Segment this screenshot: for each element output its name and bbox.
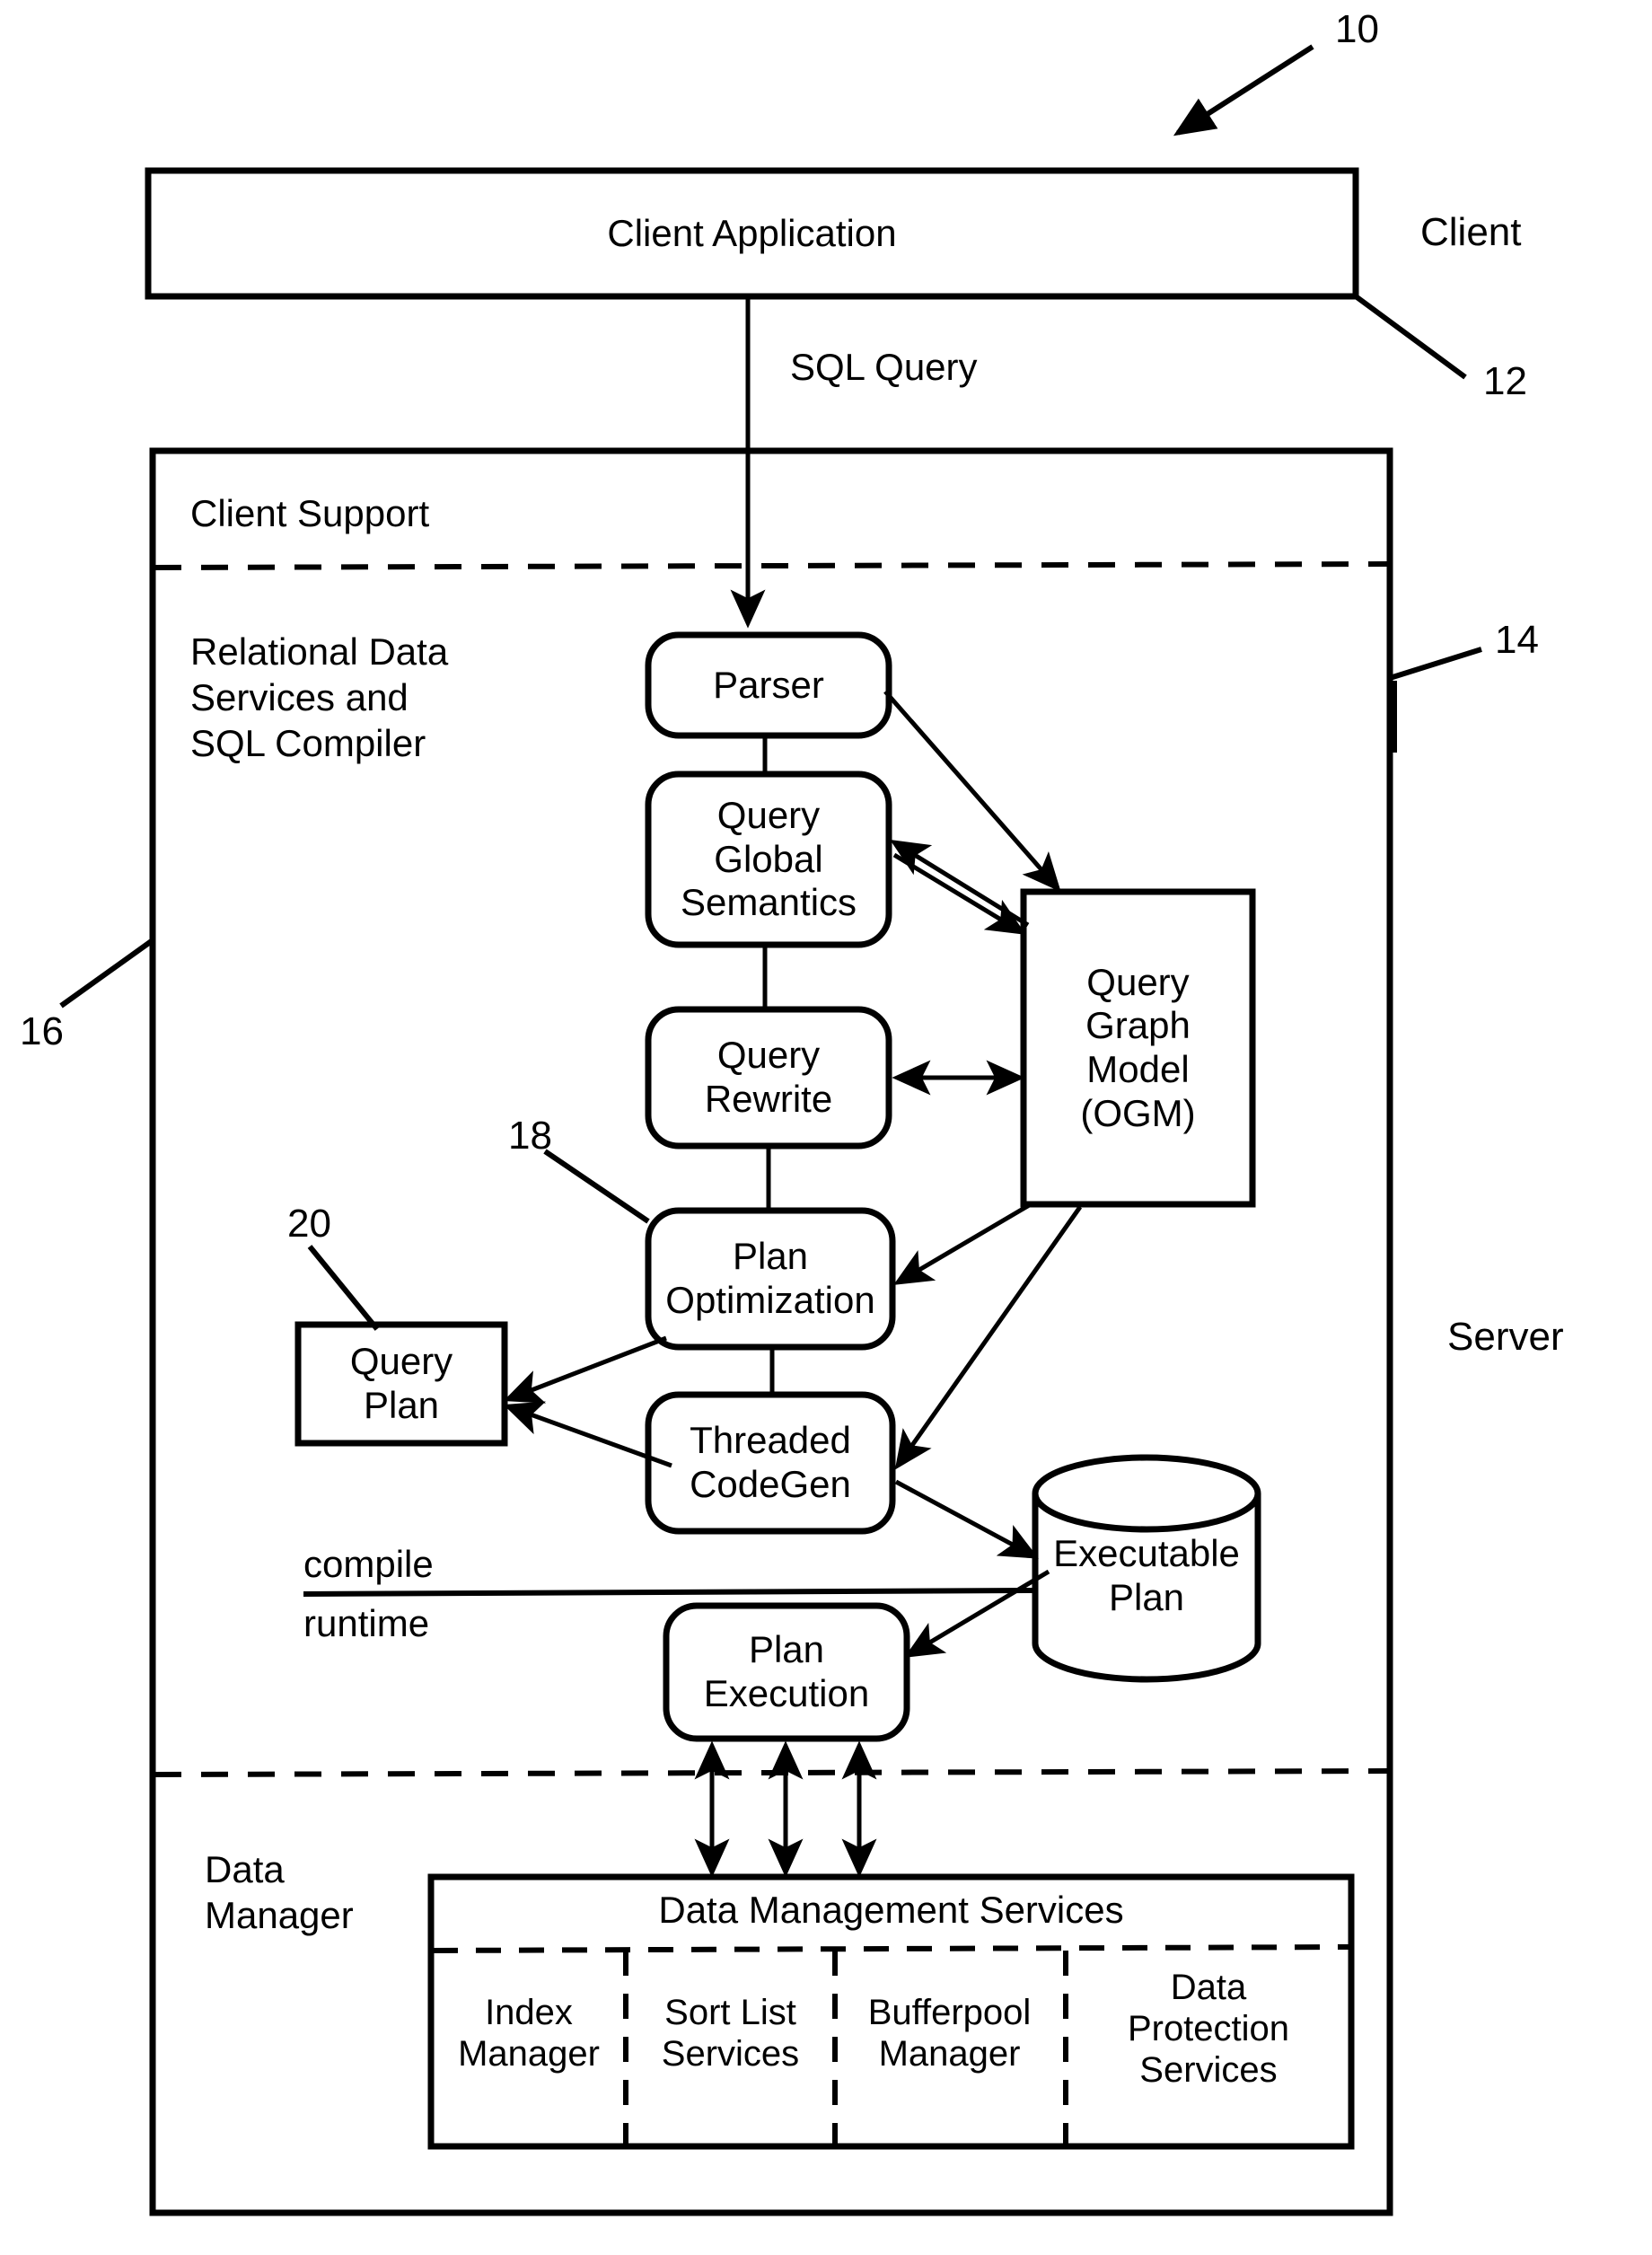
plan-optimization-to-query-plan-arrow [503, 1335, 667, 1404]
threaded-codegen-to-executable-plan-arrow [894, 1479, 1039, 1559]
ref-numeral-20: 20 [287, 1202, 331, 1246]
data-manager-zone-label: Data Manager [205, 1848, 354, 1937]
client-support-divider [154, 561, 1389, 570]
runtime-label: runtime [303, 1602, 430, 1644]
executable-plan-to-plan-execution-arrow [904, 1569, 1050, 1658]
client-support-zone-label: Client Support [190, 492, 430, 534]
server-side-label: Server [1447, 1315, 1564, 1359]
relational-data-services-zone-label: Relational Data Services and SQL Compile… [190, 630, 449, 765]
ref-18-leader [543, 1149, 650, 1224]
compile-runtime-divider [303, 1588, 1035, 1597]
client-side-label: Client [1420, 210, 1522, 254]
data-management-services-title: Data Management Services [658, 1889, 1124, 1931]
ogm-to-plan-optimization-arrow [893, 1202, 1032, 1285]
parser-to-ogm-arrow [883, 690, 1061, 893]
ogm-to-qgs-arrow [890, 840, 1030, 928]
patent-figure-page: 10 12 14 16 18 20 Client Server Client A… [0, 0, 1652, 2255]
ogm-to-threaded-codegen-arrow [894, 1205, 1083, 1470]
qgs-to-ogm-arrow [892, 852, 1026, 935]
ref-20-leader [307, 1245, 380, 1331]
sql-query-label: SQL Query [790, 346, 978, 388]
parser-node-shape [645, 631, 892, 739]
ref-10-leader [1173, 44, 1314, 137]
plan-optimization-node-shape [645, 1207, 896, 1351]
query-plan-node-shape [294, 1321, 508, 1447]
query-rewrite-node-shape [645, 1006, 892, 1150]
ref-numeral-16: 16 [20, 1009, 64, 1053]
ref-numeral-14: 14 [1495, 618, 1539, 662]
dms-cell-index-manager: Index Manager [458, 1993, 600, 2074]
ref-16-leader [59, 938, 154, 1009]
client-application-box [145, 167, 1359, 300]
threaded-codegen-node-shape [645, 1391, 896, 1535]
ref-numeral-10: 10 [1335, 7, 1379, 51]
ref-numeral-12: 12 [1483, 359, 1527, 403]
ref-14-leader [1389, 647, 1482, 681]
plan-execution-node-shape [663, 1602, 910, 1742]
dms-cell-data-protection-services: Data Protection Services [1127, 1968, 1290, 2090]
executable-plan-node-shape [1032, 1454, 1261, 1683]
compile-label: compile [303, 1543, 434, 1585]
dms-title-divider [432, 1944, 1350, 1953]
ref-12-leader [1354, 294, 1467, 380]
data-manager-divider [154, 1768, 1389, 1777]
query-graph-model-node-shape [1020, 888, 1256, 1208]
dms-cell-sort-list-services: Sort List Services [661, 1993, 800, 2074]
dms-cell-bufferpool-manager: Bufferpool Manager [867, 1993, 1032, 2074]
query-global-semantics-node-shape [645, 771, 892, 948]
ref-numeral-18: 18 [508, 1114, 552, 1158]
